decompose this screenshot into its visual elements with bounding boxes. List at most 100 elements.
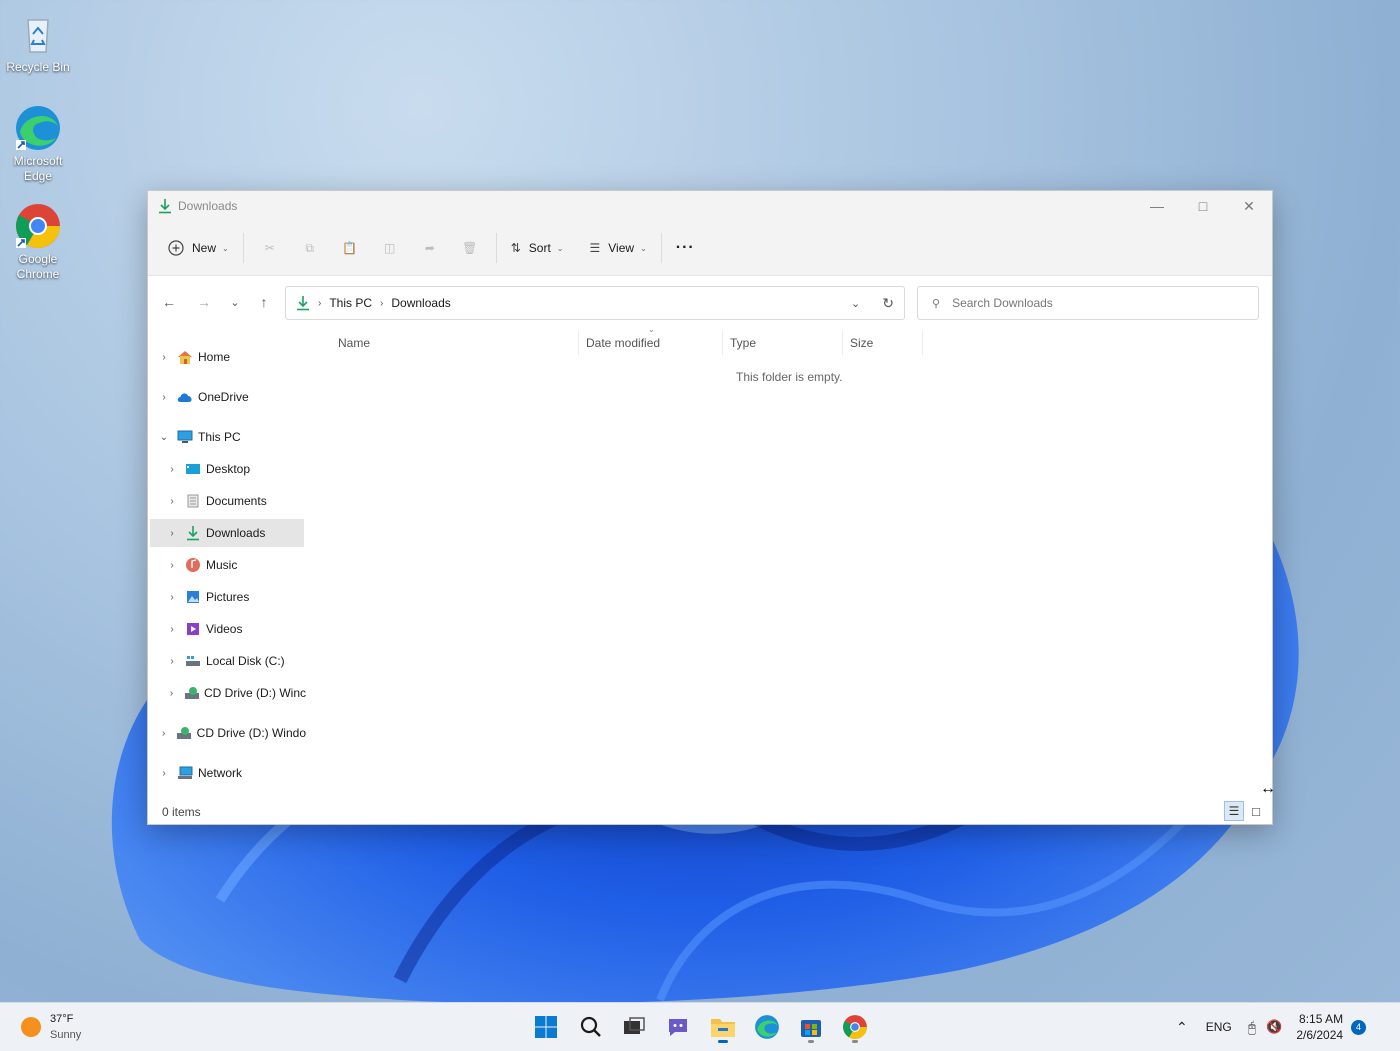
nav-item-videos[interactable]: › Videos [164,615,306,643]
share-button[interactable]: ➦ [410,232,450,264]
breadcrumb-this-pc[interactable]: This PC [329,296,372,310]
nav-item-cd-drive[interactable]: › CD Drive (D:) Windo [156,719,306,747]
chevron-down-icon: ⌄ [556,243,564,253]
notification-badge[interactable]: 4 [1351,1019,1367,1035]
network-status-icon[interactable]: 🖰 [1248,1019,1256,1036]
weather-description: Sunny [50,1029,82,1041]
volume-muted-icon[interactable]: 🔇 [1266,1019,1282,1035]
search-button[interactable] [571,1009,611,1045]
nav-item-home[interactable]: › Home [156,343,306,371]
chevron-right-icon[interactable]: › [164,592,180,603]
maximize-button[interactable]: □ [1180,191,1226,221]
title-bar[interactable]: Downloads — □ ✕ [148,191,1272,221]
task-view-button[interactable] [614,1009,654,1045]
chevron-right-icon[interactable]: › [156,728,171,739]
nav-label: OneDrive [198,390,249,404]
store-icon [801,1020,821,1037]
chevron-down-icon[interactable]: ⌄ [156,432,172,443]
chevron-right-icon[interactable]: › [156,768,172,779]
drive-icon [184,653,202,669]
nav-item-local-disk[interactable]: › Local Disk (C:) [164,647,306,675]
arrow-right-icon: → [197,294,211,310]
desktop-icon-microsoft-edge[interactable]: Microsoft Edge [4,104,72,184]
chevron-right-icon[interactable]: › [164,464,180,475]
close-button[interactable]: ✕ [1226,191,1272,221]
recent-locations-button[interactable]: ⌄ [220,287,250,317]
nav-item-pictures[interactable]: › Pictures [164,583,306,611]
nav-item-documents[interactable]: › Documents [164,487,306,515]
minimize-button[interactable]: — [1134,191,1180,221]
sort-button[interactable]: ⇅ Sort ⌄ [503,232,572,264]
address-bar[interactable]: › This PC › Downloads ⌄ ↻ [285,286,905,320]
tiles-view-toggle[interactable]: □ [1246,801,1266,821]
column-header-type[interactable]: Type [730,331,842,355]
language-indicator[interactable]: ENG [1206,1020,1232,1034]
copy-button[interactable]: ⧉ [290,232,330,264]
chevron-right-icon[interactable]: › [164,688,179,699]
chevron-right-icon[interactable]: › [164,528,180,539]
scissors-icon: ✂ [264,241,275,255]
back-button[interactable]: ← [154,287,184,317]
nav-item-music[interactable]: › Music [164,551,306,579]
view-icon: ☰ [589,241,601,255]
nav-label: CD Drive (D:) Windo [196,726,306,740]
column-header-date-modified[interactable]: Date modified [586,331,722,355]
sort-label: Sort [528,241,551,255]
chevron-right-icon[interactable]: › [164,624,180,635]
column-divider[interactable] [722,331,723,355]
edge-taskbar-button[interactable] [747,1009,787,1045]
column-divider[interactable] [842,331,843,355]
column-divider[interactable] [578,331,579,355]
file-explorer-taskbar-button[interactable] [703,1009,743,1045]
cd-drive-icon [183,685,200,701]
share-icon: ➦ [424,241,435,255]
breadcrumb-downloads[interactable]: Downloads [391,296,450,310]
nav-item-this-pc[interactable]: ⌄ This PC [156,423,306,451]
up-button[interactable]: ↑ [249,287,279,317]
paste-button[interactable]: 📋 [330,232,370,264]
show-hidden-icons-button[interactable]: ⌃ [1176,1019,1188,1036]
column-divider[interactable] [922,331,923,355]
chevron-right-icon[interactable]: › [156,392,172,403]
rename-button[interactable]: ◫ [370,232,410,264]
store-taskbar-button[interactable] [791,1009,831,1045]
view-button[interactable]: ☰ View ⌄ [582,232,655,264]
search-input[interactable]: Search Downloads [952,296,1053,310]
chrome-taskbar-button[interactable] [835,1009,875,1045]
new-button[interactable]: New ⌄ [160,232,237,264]
monitor-icon [176,429,194,445]
nav-item-cd-drive-child[interactable]: › CD Drive (D:) Winc [164,679,306,707]
toolbar-separator [242,233,244,263]
column-header-name[interactable]: Name [338,331,578,355]
desktop-icon-recycle-bin[interactable]: Recycle Bin [4,10,72,75]
new-label: New [192,241,217,255]
see-more-button[interactable]: ··· [668,232,703,264]
address-dropdown-icon[interactable]: ⌄ [851,297,860,310]
chevron-down-icon: ⌄ [230,296,240,309]
chevron-right-icon[interactable]: › [164,560,180,571]
delete-button[interactable]: 🗑 [450,232,490,264]
details-view-toggle[interactable]: ☰ [1224,801,1244,821]
nav-item-downloads[interactable]: › Downloads [150,519,304,547]
start-button[interactable] [526,1009,566,1045]
chevron-right-icon[interactable]: › [156,352,172,363]
breadcrumb-separator-icon: › [380,297,384,309]
chevron-right-icon[interactable]: › [164,496,180,507]
sort-indicator-icon: ⌄ [648,325,655,334]
nav-item-desktop[interactable]: › Desktop [164,455,306,483]
nav-item-network[interactable]: › Network [156,759,306,787]
teams-chat-button[interactable] [658,1009,698,1045]
weather-widget[interactable]: 37°F Sunny [20,1011,81,1043]
refresh-icon[interactable]: ↻ [882,295,894,312]
clock[interactable]: 8:15 AM 2/6/2024 [1296,1011,1343,1043]
cut-button[interactable]: ✂ [250,232,290,264]
nav-item-onedrive[interactable]: › OneDrive [156,383,306,411]
nav-label: Network [198,766,243,780]
download-icon [297,296,309,311]
search-box[interactable]: ⚲ Search Downloads [917,286,1259,320]
taskbar: 37°F Sunny ⌃ ENG 🖰 🔇 8:15 AM 2/6/2024 4 [0,1002,1400,1051]
chevron-right-icon[interactable]: › [164,656,180,667]
desktop-icon-google-chrome[interactable]: Google Chrome [4,202,72,282]
column-header-size[interactable]: Size [850,331,922,355]
forward-button[interactable]: → [189,287,219,317]
